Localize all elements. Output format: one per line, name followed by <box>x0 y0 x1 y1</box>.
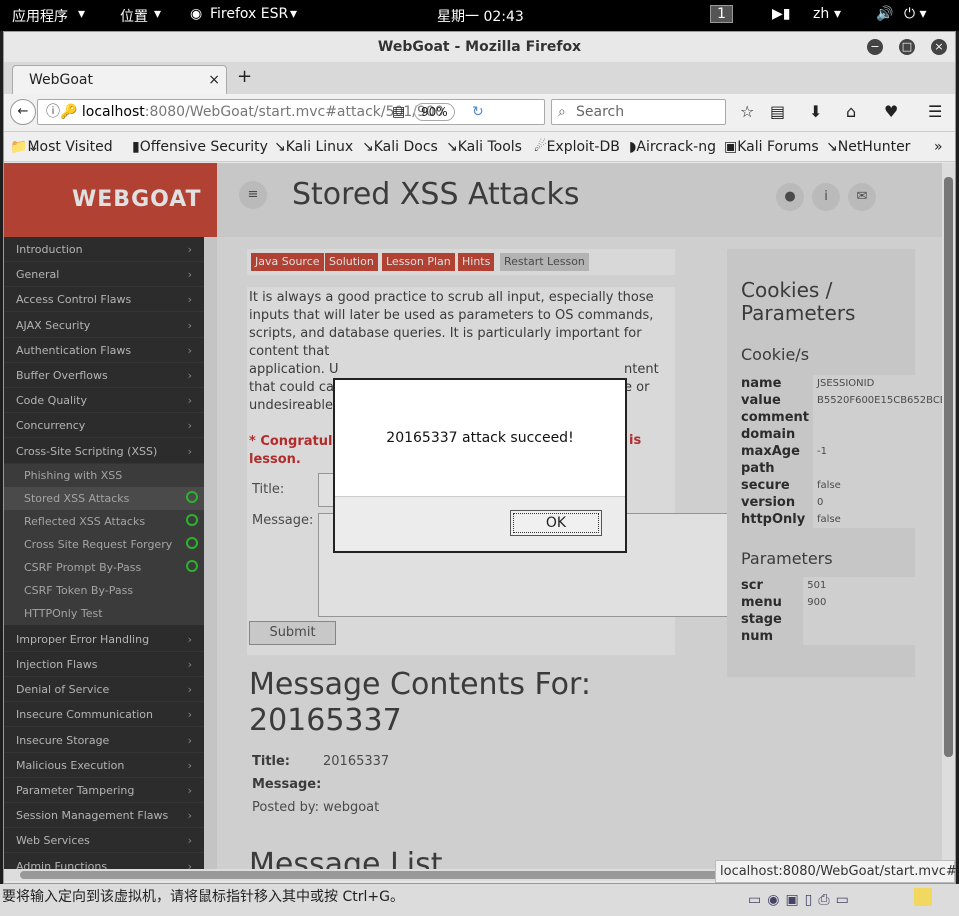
back-icon[interactable]: ← <box>10 99 36 125</box>
firefox-icon: ◉ <box>190 6 203 22</box>
alert-message: 20165337 attack succeed! <box>386 430 574 446</box>
zoom-indicator[interactable]: 90% <box>414 103 455 121</box>
note-icon[interactable] <box>914 888 932 906</box>
bookmark-star-icon[interactable]: ☆ <box>740 102 754 121</box>
download-icon[interactable]: ⬇ <box>809 102 822 121</box>
reader-icon[interactable]: ▤ <box>392 100 405 124</box>
bookmarks-overflow-icon[interactable]: » <box>934 132 943 162</box>
power-icon[interactable]: ⏻ ▾ <box>904 6 927 22</box>
firefox-window: WebGoat - Mozilla Firefox − □ × WebGoat ×… <box>3 31 957 884</box>
navigation-toolbar: ← ⓘ🔑 localhost:8080/WebGoat/start.mvc#at… <box>4 94 955 132</box>
bookmark-offensive-security[interactable]: ▮ Offensive Security <box>132 132 268 162</box>
new-tab-icon[interactable]: + <box>237 66 252 87</box>
link-status-tooltip: localhost:8080/WebGoat/start.mvc# <box>715 860 957 883</box>
ok-button[interactable]: OK <box>510 510 602 536</box>
pocket-icon[interactable]: ♥ <box>884 102 898 121</box>
minimize-icon[interactable]: − <box>867 39 883 55</box>
bookmark-kali-docs[interactable]: ↘ Kali Docs <box>362 132 438 162</box>
workspace-indicator[interactable]: 1 <box>710 5 733 23</box>
page-scrollbar[interactable] <box>942 163 955 869</box>
home-icon[interactable]: ⌂ <box>846 102 856 121</box>
bookmark-most-visited[interactable]: 📁 Most Visited ⌄ <box>10 132 113 162</box>
clock[interactable]: 星期一 02:43 <box>437 6 524 26</box>
video-icon[interactable]: ▶▮ <box>772 6 790 22</box>
window-title: WebGoat - Mozilla Firefox <box>4 32 955 62</box>
close-icon[interactable]: × <box>931 39 947 55</box>
search-input[interactable]: ⌕ Search <box>551 99 726 125</box>
bookmark-aircrack[interactable]: ◗ Aircrack-ng <box>629 132 716 162</box>
app-menu[interactable]: Firefox ESR <box>210 6 288 22</box>
gnome-top-bar: 应用程序 ▾ 位置 ▾ ◉ Firefox ESR ▾ 星期一 02:43 1 ▶▮ … <box>0 0 959 31</box>
menu-icon[interactable]: ☰ <box>928 102 942 121</box>
tab-strip: WebGoat × + <box>4 62 955 94</box>
volume-icon[interactable]: 🔊 <box>876 6 893 22</box>
bookmark-kali-tools[interactable]: ↘ Kali Tools <box>446 132 522 162</box>
bookmark-kali-forums[interactable]: ▣ Kali Forums <box>724 132 819 162</box>
reload-icon[interactable]: ↻ <box>472 100 484 124</box>
language-selector[interactable]: zh <box>813 6 829 22</box>
page-content: ≡ Stored XSS Attacks ● i ✉ WEBGOAT Intro… <box>4 163 942 869</box>
site-info-icon[interactable]: ⓘ🔑 <box>38 104 77 120</box>
bookmarks-toolbar: 📁 Most Visited ⌄ ▮ Offensive Security ↘ Kali… <box>4 132 955 162</box>
alert-dialog: 20165337 attack succeed! OK <box>333 378 627 553</box>
search-icon: ⌕ <box>558 104 566 120</box>
library-icon[interactable]: ▤ <box>770 102 785 121</box>
places-menu[interactable]: 位置 <box>120 6 148 26</box>
url-bar[interactable]: ⓘ🔑 localhost:8080/WebGoat/start.mvc#atta… <box>37 99 545 125</box>
applications-menu[interactable]: 应用程序 <box>12 6 68 26</box>
vm-device-icons[interactable]: ▭◉▣▯⎙▭ <box>748 887 855 913</box>
tab-webgoat[interactable]: WebGoat × <box>12 65 227 94</box>
vm-status-bar: 要将输入定向到该虚拟机，请将鼠标指针移入其中或按 Ctrl+G。 ▭◉▣▯⎙▭ <box>0 884 959 916</box>
tab-close-icon[interactable]: × <box>208 66 220 94</box>
bookmark-kali-linux[interactable]: ↘ Kali Linux <box>274 132 353 162</box>
vm-input-hint: 要将输入定向到该虚拟机，请将鼠标指针移入其中或按 Ctrl+G。 <box>2 889 404 905</box>
maximize-icon[interactable]: □ <box>899 39 915 55</box>
bookmark-nethunter[interactable]: ↘ NetHunter <box>826 132 910 162</box>
bookmark-exploit-db[interactable]: ☄ Exploit-DB <box>534 132 620 162</box>
